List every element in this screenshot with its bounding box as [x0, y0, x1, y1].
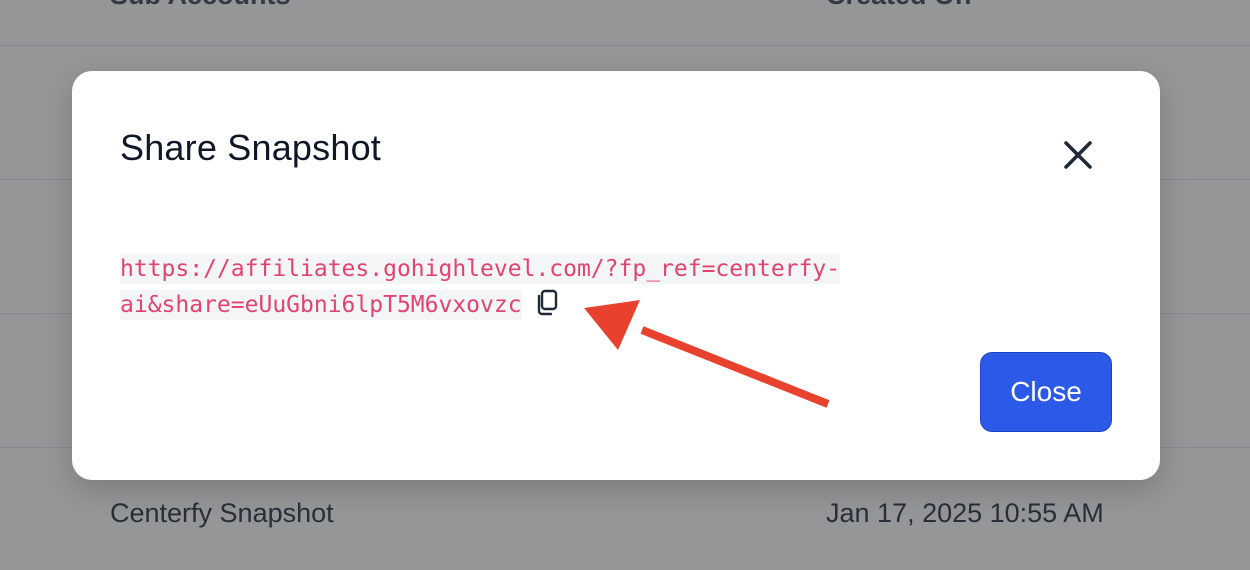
share-link[interactable]: https://affiliates.gohighlevel.com/?fp_r… [120, 251, 880, 323]
share-snapshot-modal: Share Snapshot https://affiliates.gohigh… [72, 71, 1160, 480]
modal-title: Share Snapshot [120, 127, 381, 168]
close-icon[interactable] [1056, 133, 1100, 177]
close-button[interactable]: Close [980, 352, 1112, 432]
share-link-line-1[interactable]: https://affiliates.gohighlevel.com/?fp_r… [120, 254, 841, 284]
share-link-line-2[interactable]: ai&share=eUuGbni6lpT5M6vxovzc [120, 290, 522, 320]
copy-icon[interactable] [534, 289, 560, 317]
